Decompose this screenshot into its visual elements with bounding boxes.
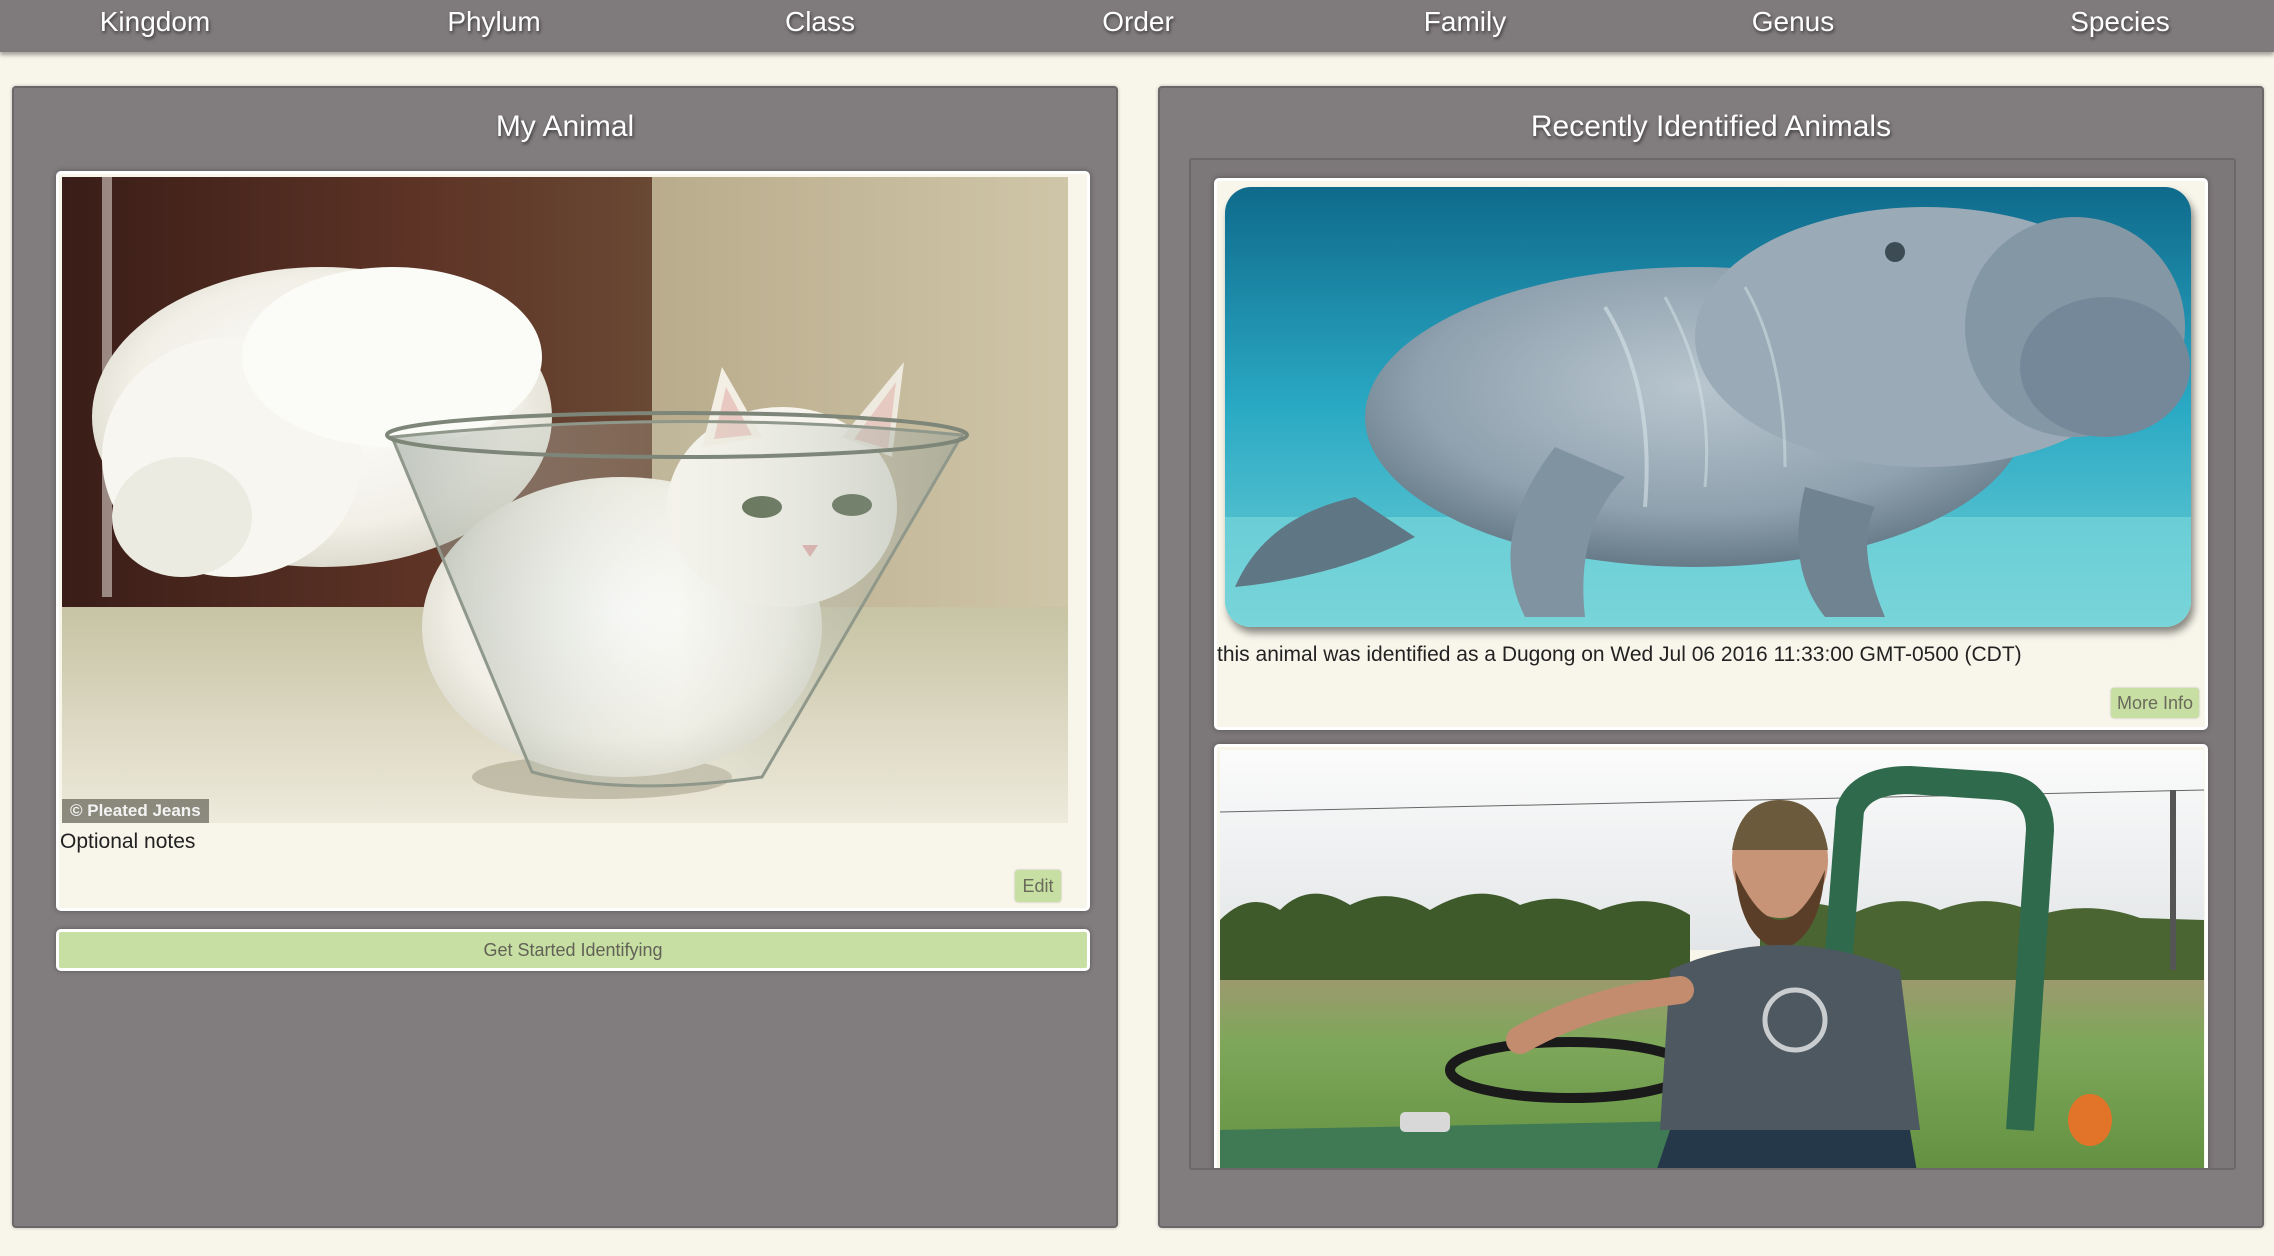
recent-item-card: this animal was identified as a Dugong o… [1214, 178, 2208, 730]
edit-button[interactable]: Edit [1015, 870, 1061, 902]
my-animal-card: © Pleated Jeans Optional notes Edit [56, 171, 1090, 911]
my-animal-photo: © Pleated Jeans [62, 177, 1068, 823]
man-on-tractor-image [1220, 750, 2204, 1168]
nav-item-class[interactable]: Class [785, 0, 855, 44]
recent-item-photo [1225, 187, 2191, 627]
recent-item-photo [1220, 750, 2204, 1168]
nav-item-kingdom[interactable]: Kingdom [100, 0, 211, 44]
my-animal-panel: My Animal © Pleated Jeans Optional notes… [12, 86, 1118, 1228]
recent-title: Recently Identified Animals [1530, 110, 1892, 143]
top-nav: Kingdom Phylum Class Order Family Genus … [0, 0, 2274, 52]
recent-item-caption: this animal was identified as a Dugong o… [1217, 643, 2022, 666]
nav-item-genus[interactable]: Genus [1752, 0, 1835, 44]
recent-list[interactable]: this animal was identified as a Dugong o… [1189, 158, 2236, 1170]
photo-credit: © Pleated Jeans [62, 799, 209, 823]
dugong-image [1225, 187, 2191, 627]
get-started-button[interactable]: Get Started Identifying [56, 929, 1090, 971]
nav-item-order[interactable]: Order [1102, 0, 1174, 44]
nav-item-phylum[interactable]: Phylum [447, 0, 540, 44]
animal-notes: Optional notes [60, 830, 196, 853]
recent-item-card [1214, 744, 2208, 1168]
more-info-button[interactable]: More Info [2111, 688, 2199, 718]
my-animal-title: My Animal [495, 110, 635, 143]
nav-item-family[interactable]: Family [1424, 0, 1506, 44]
recent-panel: Recently Identified Animals this animal … [1158, 86, 2264, 1228]
nav-item-species[interactable]: Species [2070, 0, 2170, 44]
cat-in-bowl-image [62, 177, 1068, 823]
